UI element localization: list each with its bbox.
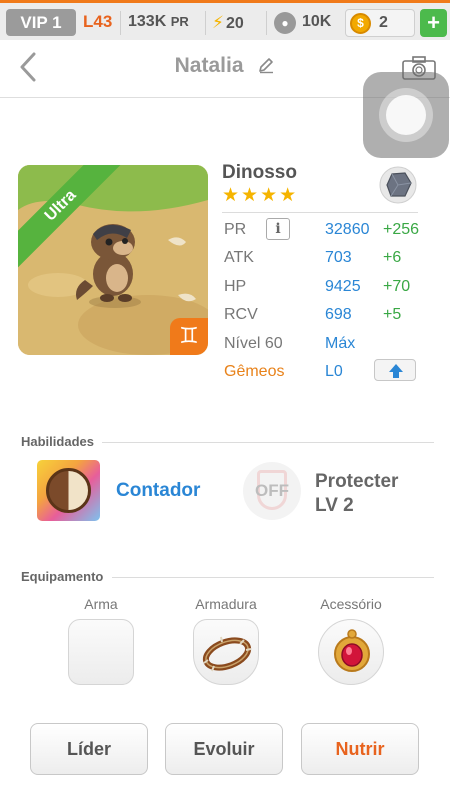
creature-name: Dinosso	[222, 162, 297, 183]
stat-bonus-atk: +6	[383, 249, 402, 266]
evolve-button[interactable]: Evoluir	[165, 723, 283, 775]
divider	[112, 577, 434, 578]
skill-name-2[interactable]: Protecter LV 2	[315, 470, 398, 518]
stat-label-rcv: RCV	[224, 306, 258, 323]
twins-label[interactable]: Gêmeos	[224, 363, 284, 381]
skill-name-1[interactable]: Contador	[116, 480, 200, 502]
accessory-label: Acessório	[320, 596, 382, 612]
skill-off-label: OFF	[255, 481, 289, 500]
player-pr: 133K PR	[128, 13, 189, 31]
pencil-icon	[259, 58, 274, 74]
stat-bonus-pr: +256	[383, 221, 420, 238]
skill-off-icon[interactable]: OFF	[243, 462, 301, 520]
pr-value: 133K	[128, 13, 167, 30]
ruby-amulet-icon	[334, 629, 370, 672]
skill-2-level: LV 2	[315, 495, 354, 516]
player-name: Natalia	[174, 54, 244, 77]
divider	[205, 11, 206, 35]
weapon-label: Arma	[84, 596, 118, 612]
paw-counter: ● 10K	[272, 9, 340, 37]
paw-icon: ●	[274, 12, 296, 34]
twins-value: L0	[325, 363, 343, 380]
assistive-touch-center	[386, 95, 426, 135]
energy-value: 20	[225, 15, 244, 32]
pr-unit: PR	[170, 14, 189, 29]
divider	[102, 442, 434, 443]
skill-icon-counter[interactable]	[37, 460, 100, 521]
skill-2-name: Protecter	[315, 471, 399, 492]
stat-label-pr: PR	[224, 221, 247, 238]
stat-value-pr: 32860	[325, 221, 370, 238]
player-level: L43	[83, 12, 113, 31]
stat-label-hp: HP	[224, 278, 247, 295]
coin-counter[interactable]: $ 2	[345, 9, 415, 37]
star-rating: ★★★★	[222, 185, 299, 206]
boar-icon	[46, 468, 91, 513]
stat-value-hp: 9425	[325, 278, 361, 295]
assistive-touch-button[interactable]	[363, 72, 449, 158]
leader-button[interactable]: Líder	[30, 723, 148, 775]
energy-counter: ⚡ 20	[212, 13, 244, 33]
add-coins-button[interactable]: +	[420, 9, 447, 37]
accessory-slot[interactable]	[318, 619, 384, 685]
stat-value-rcv: 698	[325, 306, 352, 323]
resource-bar: VIP 1 L43 133K PR ⚡ 20 ● 10K $ 2 +	[0, 0, 450, 40]
element-stone-button[interactable]	[378, 165, 418, 205]
edit-name-button[interactable]	[257, 57, 275, 76]
zodiac-badge: ♊	[170, 318, 208, 355]
arrow-up-icon	[389, 364, 403, 378]
dinosaur-icon	[76, 224, 141, 308]
weapon-slot[interactable]	[68, 619, 134, 685]
coin-value: 2	[379, 14, 388, 31]
stat-value-atk: 703	[325, 249, 352, 266]
lightning-icon: ⚡	[212, 13, 224, 32]
equipment-section-title: Equipamento	[21, 569, 104, 584]
level-value: Máx	[325, 335, 356, 352]
armor-slot[interactable]	[193, 619, 259, 685]
info-button[interactable]: i	[266, 218, 290, 240]
vip-badge[interactable]: VIP 1	[6, 9, 76, 36]
stat-label-atk: ATK	[224, 249, 254, 266]
divider	[266, 11, 267, 35]
divider	[120, 11, 121, 35]
coin-icon: $	[350, 13, 371, 34]
feed-button[interactable]: Nutrir	[301, 723, 419, 775]
armor-label: Armadura	[195, 596, 257, 612]
armor-item-icon	[202, 636, 252, 672]
stone-icon	[379, 166, 417, 204]
divider	[222, 212, 418, 213]
stat-bonus-hp: +70	[383, 278, 411, 295]
paw-value: 10K	[302, 13, 332, 30]
creature-portrait[interactable]: Ultra ♊	[18, 165, 208, 355]
stat-bonus-rcv: +5	[383, 306, 402, 323]
skills-section-title: Habilidades	[21, 434, 94, 449]
level-label: Nível 60	[224, 335, 283, 352]
upgrade-twins-button[interactable]	[374, 359, 416, 381]
